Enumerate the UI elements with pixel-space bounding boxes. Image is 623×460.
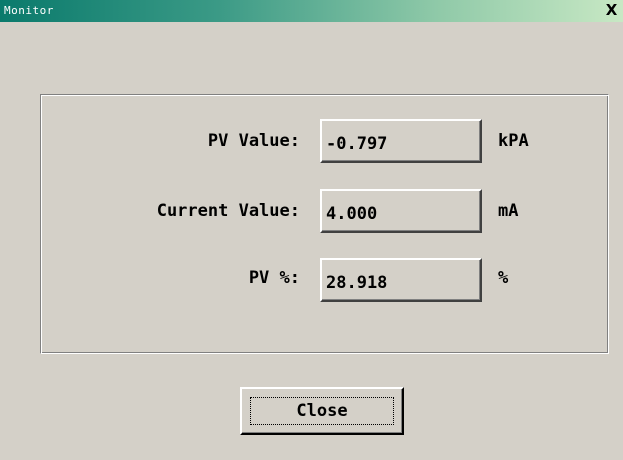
pv-value-field: -0.797 <box>320 119 482 163</box>
title-bar[interactable]: Monitor X <box>0 0 623 22</box>
current-value-unit: mA <box>498 201 519 221</box>
pv-percent-field: 28.918 <box>320 258 482 302</box>
monitor-window: Monitor X PV Value: -0.797 kPA Current V… <box>0 0 623 460</box>
close-icon[interactable]: X <box>603 2 620 19</box>
close-button-label: Close <box>296 401 348 421</box>
pv-value-label: PV Value: <box>207 131 300 151</box>
window-title: Monitor <box>4 4 54 17</box>
pv-percent-unit: % <box>498 268 509 288</box>
current-value-field: 4.000 <box>320 189 482 233</box>
current-value-label: Current Value: <box>156 201 300 221</box>
pv-percent-label: PV %: <box>248 268 300 288</box>
close-button[interactable]: Close <box>240 387 404 435</box>
pv-value-unit: kPA <box>498 131 529 151</box>
